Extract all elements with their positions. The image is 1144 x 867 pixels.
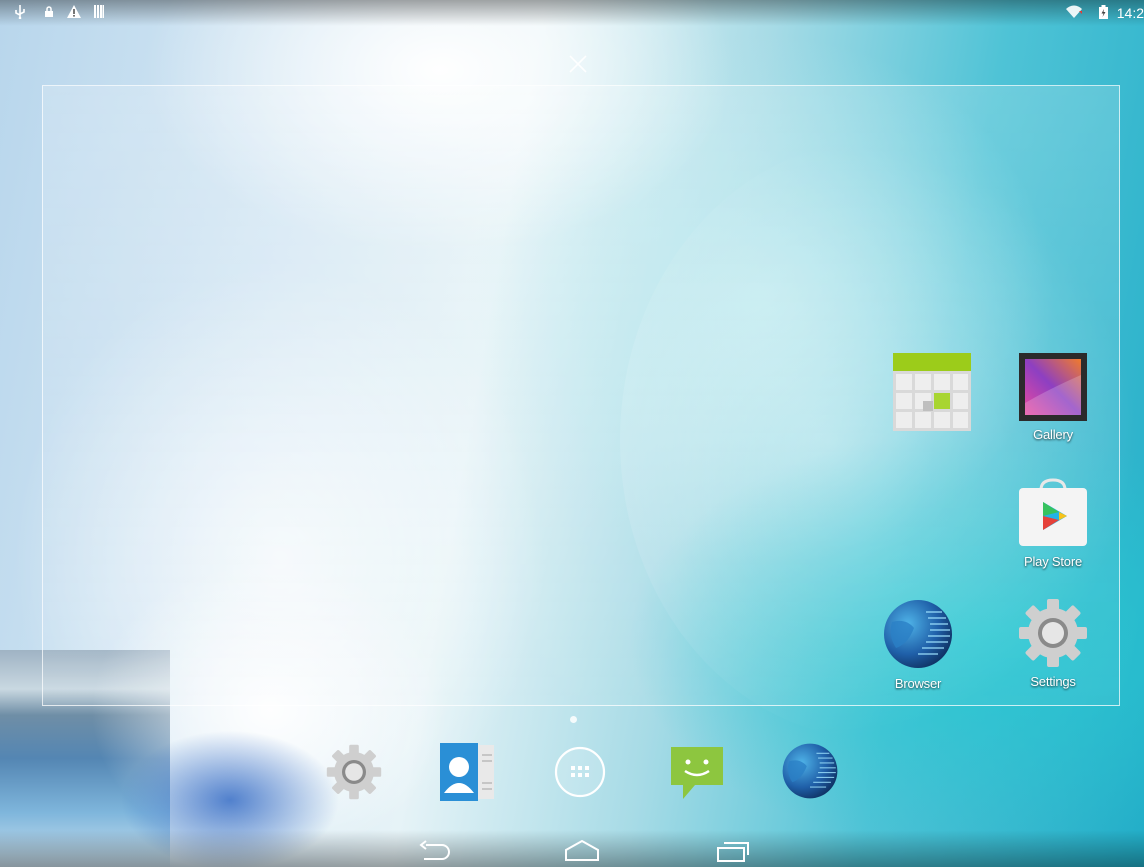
- signal-bars-icon: [94, 5, 104, 21]
- app-calendar[interactable]: [877, 353, 987, 437]
- dock-contacts-icon[interactable]: [440, 743, 496, 801]
- home-screen: 14:2 Gallery Play Store Browser Settings: [0, 0, 1144, 867]
- status-time: 14:2: [1116, 5, 1144, 21]
- calendar-icon: [893, 353, 971, 431]
- page-indicator-dot: [570, 716, 577, 723]
- settings-gear-icon: [1018, 598, 1088, 668]
- home-icon[interactable]: [562, 836, 602, 864]
- app-play-store[interactable]: Play Store: [998, 478, 1108, 570]
- gallery-icon: [1019, 353, 1087, 421]
- app-label: Browser: [894, 676, 942, 691]
- status-bar: 14:2: [0, 0, 1144, 26]
- app-gallery[interactable]: Gallery: [998, 353, 1108, 443]
- navigation-bar: [0, 830, 1144, 867]
- app-settings[interactable]: Settings: [998, 598, 1108, 690]
- app-label: Play Store: [1024, 554, 1082, 569]
- app-label: Settings: [1030, 674, 1076, 689]
- dock-messaging-icon[interactable]: [669, 745, 725, 801]
- usb-icon: [14, 5, 26, 22]
- back-icon[interactable]: [414, 836, 454, 864]
- recent-apps-icon[interactable]: [713, 836, 753, 864]
- app-browser[interactable]: Browser: [863, 598, 973, 692]
- all-apps-launcher-icon[interactable]: [554, 746, 606, 798]
- dock-settings-icon[interactable]: [326, 744, 382, 800]
- lock-icon: [44, 5, 54, 21]
- browser-globe-icon: [882, 598, 954, 670]
- battery-icon: [1099, 5, 1108, 22]
- play-store-icon: [1019, 478, 1087, 548]
- wifi-icon: [1066, 5, 1082, 21]
- warning-icon: [67, 5, 81, 21]
- app-label: Gallery: [1033, 427, 1073, 442]
- remove-target-close-icon[interactable]: [566, 52, 590, 76]
- dock-browser-globe-icon[interactable]: [781, 742, 839, 800]
